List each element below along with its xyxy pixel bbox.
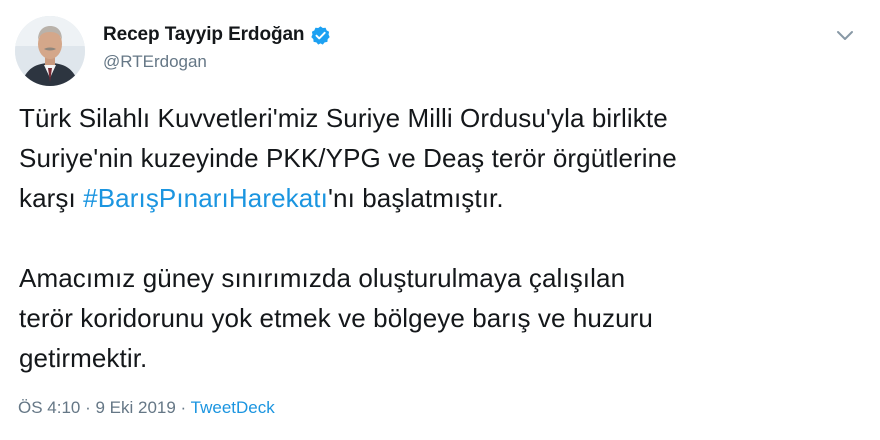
chevron-down-icon[interactable] — [832, 22, 858, 48]
tweet-paragraph-2: Amacımız güney sınırımızda oluşturulmaya… — [19, 258, 864, 378]
tweet-metadata: ÖS 4:10 · 9 Eki 2019 · TweetDeck — [18, 398, 275, 418]
tweet-line-prefix: karşı — [19, 183, 84, 213]
tweet-time[interactable]: ÖS 4:10 — [18, 398, 80, 417]
tweet-line-suffix: 'nı başlatmıştır. — [327, 183, 504, 213]
display-name[interactable]: Recep Tayyip Erdoğan — [103, 24, 305, 46]
tweet-line: getirmektir. — [19, 343, 148, 373]
user-handle[interactable]: @RTErdogan — [103, 52, 207, 72]
avatar[interactable] — [15, 16, 85, 86]
hashtag-link[interactable]: #BarışPınarıHarekatı — [83, 183, 328, 213]
verified-badge-icon — [310, 25, 331, 46]
tweet-text: Türk Silahlı Kuvvetleri'miz Suriye Milli… — [19, 98, 864, 378]
author-row: Recep Tayyip Erdoğan — [103, 24, 331, 46]
tweet-line: karşı #BarışPınarıHarekatı'nı başlatmışt… — [19, 178, 864, 218]
separator: · — [80, 398, 96, 417]
tweet-source-link[interactable]: TweetDeck — [191, 398, 275, 417]
tweet-line: terör koridorunu yok etmek ve bölgeye ba… — [19, 303, 653, 333]
tweet-line: Suriye'nin kuzeyinde PKK/YPG ve Deaş ter… — [19, 143, 677, 173]
tweet-card: Recep Tayyip Erdoğan @RTErdogan Türk Sil… — [0, 0, 880, 440]
separator: · — [175, 398, 191, 417]
tweet-paragraph-1: Türk Silahlı Kuvvetleri'miz Suriye Milli… — [19, 98, 864, 218]
tweet-date[interactable]: 9 Eki 2019 — [95, 398, 175, 417]
profile-photo-icon — [15, 16, 85, 86]
tweet-line: Amacımız güney sınırımızda oluşturulmaya… — [19, 263, 626, 293]
tweet-line: Türk Silahlı Kuvvetleri'miz Suriye Milli… — [19, 103, 668, 133]
